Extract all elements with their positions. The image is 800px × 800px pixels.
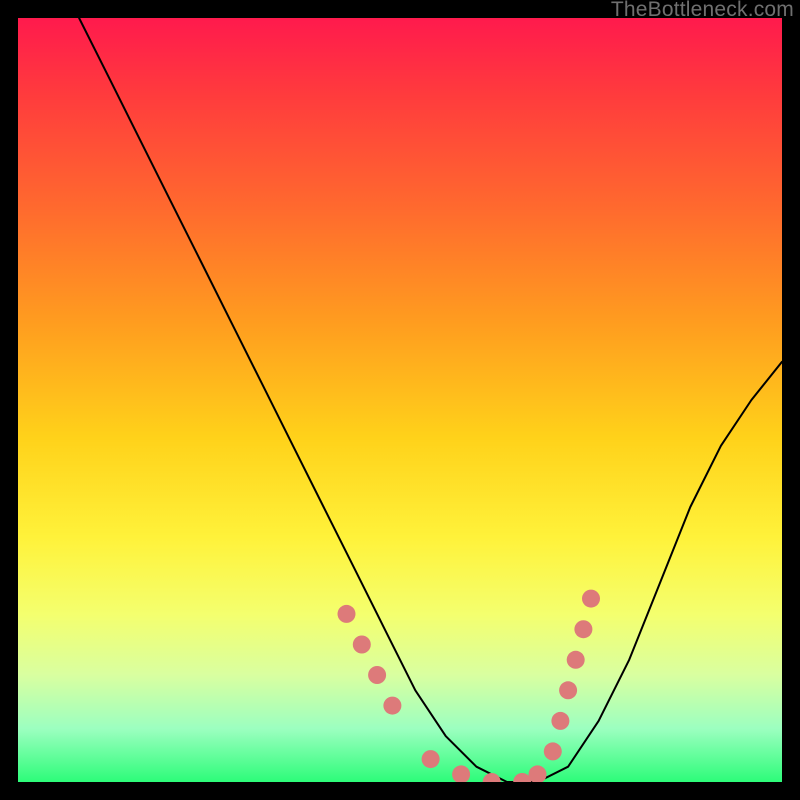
highlight-dot: [353, 636, 371, 654]
highlight-dot: [383, 697, 401, 715]
dots-layer: [338, 590, 601, 782]
bottleneck-curve: [79, 18, 782, 782]
highlight-dot: [582, 590, 600, 608]
highlight-dot: [483, 773, 501, 782]
chart-svg: [18, 18, 782, 782]
chart-frame: [18, 18, 782, 782]
highlight-dot: [513, 773, 531, 782]
highlight-dot: [559, 681, 577, 699]
highlight-dot: [338, 605, 356, 623]
highlight-dot: [574, 620, 592, 638]
highlight-dot: [452, 765, 470, 782]
highlight-dot: [368, 666, 386, 684]
highlight-dot: [544, 742, 562, 760]
highlight-dot: [529, 765, 547, 782]
highlight-dot: [567, 651, 585, 669]
curve-layer: [79, 18, 782, 782]
watermark-text: TheBottleneck.com: [611, 0, 794, 22]
highlight-dot: [422, 750, 440, 768]
highlight-dot: [551, 712, 569, 730]
